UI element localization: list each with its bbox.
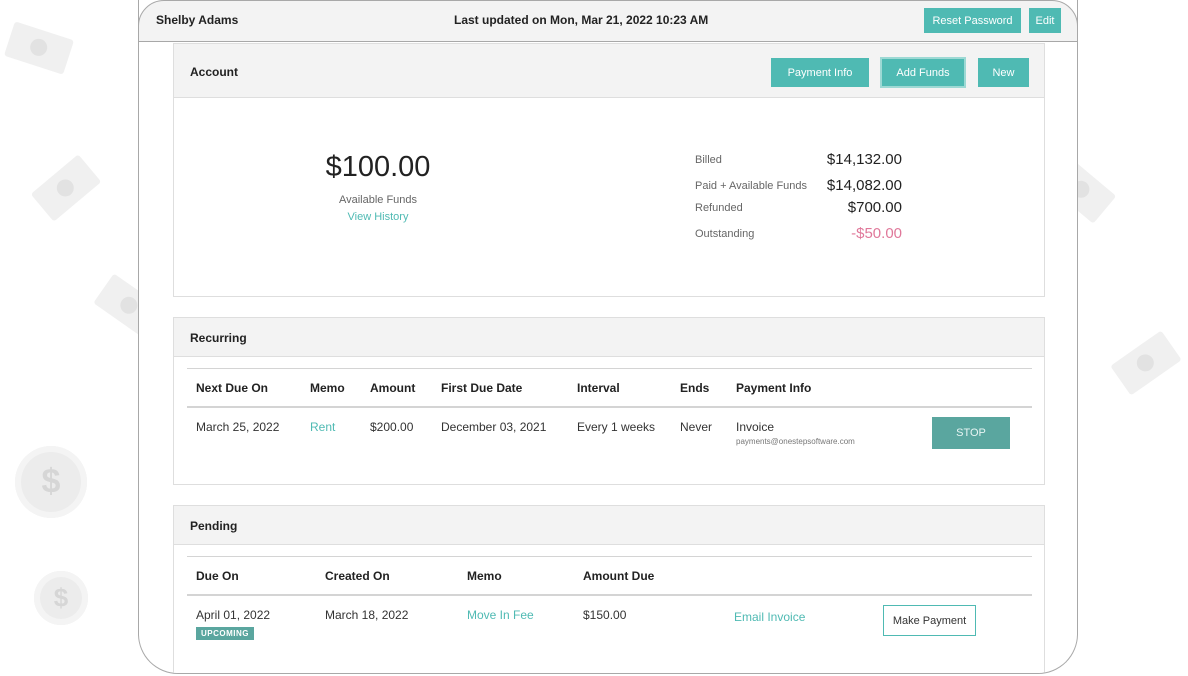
table-divider [187, 368, 1032, 369]
account-header: Account Payment Info Add Funds New [174, 44, 1044, 98]
dollar-bill-icon [30, 154, 102, 222]
amount-cell: $200.00 [370, 420, 414, 434]
column-header: Amount [370, 381, 416, 395]
edit-button[interactable]: Edit [1029, 8, 1061, 33]
billed-value: $14,132.00 [826, 151, 902, 168]
due-on-cell: April 01, 2022 [196, 608, 271, 622]
column-header: Due On [196, 569, 239, 583]
last-updated-text: Last updated on Mon, Mar 21, 2022 10:23 … [454, 13, 709, 27]
make-payment-button[interactable]: Make Payment [883, 605, 976, 636]
column-header: Memo [467, 569, 502, 583]
paid-available-value: $14,082.00 [826, 177, 902, 194]
table-divider [187, 594, 1032, 596]
available-funds-amount: $100.00 [325, 151, 431, 183]
column-header: Interval [577, 381, 620, 395]
pending-panel: Pending Due On Created On Memo Amount Du… [173, 505, 1045, 673]
account-title: Account [190, 65, 238, 79]
column-header: Next Due On [196, 381, 269, 395]
device-frame: Account Payment Info Add Funds New $100.… [138, 0, 1078, 674]
reset-password-button[interactable]: Reset Password [924, 8, 1021, 33]
table-divider [187, 406, 1032, 408]
column-header: Amount Due [583, 569, 655, 583]
outstanding-label: Outstanding [695, 228, 755, 240]
column-header: First Due Date [441, 381, 523, 395]
refunded-label: Refunded [695, 202, 743, 214]
billed-label: Billed [695, 154, 722, 166]
memo-link[interactable]: Move In Fee [467, 608, 534, 622]
coin-icon: $ [34, 571, 88, 625]
column-header: Ends [680, 381, 710, 395]
ends-cell: Never [680, 420, 713, 434]
interval-cell: Every 1 weeks [577, 420, 656, 434]
payment-email-cell: payments@onestepsoftware.com [736, 437, 855, 446]
email-invoice-link[interactable]: Email Invoice [734, 610, 805, 624]
payment-method-cell: Invoice [736, 420, 775, 434]
account-panel: Account Payment Info Add Funds New $100.… [173, 43, 1045, 297]
paid-available-label: Paid + Available Funds [695, 180, 808, 192]
user-name: Shelby Adams [156, 13, 239, 27]
created-on-cell: March 18, 2022 [325, 608, 409, 622]
top-bar: Shelby Adams Last updated on Mon, Mar 21… [138, 0, 1078, 42]
outstanding-value: -$50.00 [851, 225, 902, 242]
amount-due-cell: $150.00 [583, 608, 627, 622]
pending-title: Pending [190, 519, 238, 533]
recurring-panel: Recurring Next Due On Memo Amount First … [173, 317, 1045, 485]
next-due-on-cell: March 25, 2022 [196, 420, 280, 434]
refunded-value: $700.00 [847, 199, 902, 216]
pending-header: Pending [174, 506, 1044, 545]
first-due-date-cell: December 03, 2021 [441, 420, 547, 434]
payment-info-button[interactable]: Payment Info [771, 58, 869, 87]
coin-icon: $ [15, 446, 87, 518]
stop-button[interactable]: STOP [932, 417, 1010, 449]
memo-link[interactable]: Rent [310, 420, 335, 434]
dollar-bill-icon [1110, 330, 1182, 396]
column-header: Memo [310, 381, 345, 395]
view-history-link[interactable]: View History [316, 211, 440, 223]
new-button[interactable]: New [978, 58, 1029, 87]
available-funds-label: Available Funds [338, 194, 418, 206]
table-divider [187, 556, 1032, 557]
recurring-title: Recurring [190, 331, 247, 345]
column-header: Created On [325, 569, 390, 583]
add-funds-button[interactable]: Add Funds [880, 57, 966, 88]
recurring-header: Recurring [174, 318, 1044, 357]
column-header: Payment Info [736, 381, 812, 395]
dollar-bill-icon [3, 21, 75, 75]
status-badge: UPCOMING [196, 627, 254, 640]
